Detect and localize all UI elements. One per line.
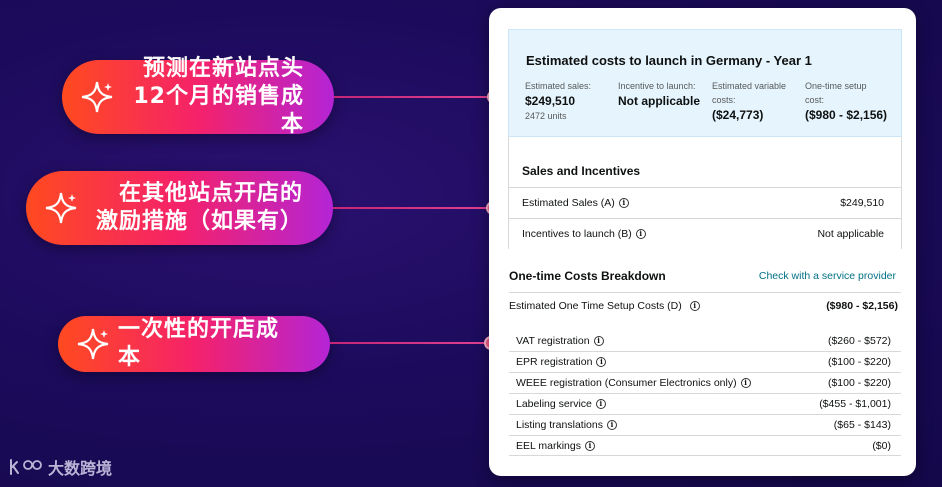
sparkle-icon	[77, 328, 109, 360]
one-time-setup-cost: One-time setup cost: ($980 - $2,156)	[805, 81, 888, 122]
k100-logo-icon	[10, 459, 42, 475]
sparkle-icon	[45, 192, 77, 224]
info-icon[interactable]: i	[606, 420, 617, 430]
estimated-sales: Estimated sales: $249,510 2472 units	[525, 81, 592, 121]
incentive-value: Not applicable	[618, 94, 701, 108]
connector-line	[334, 96, 490, 98]
sales-incentives-section: Sales and Incentives Estimated Sales (A)…	[508, 137, 902, 249]
sales-row: Estimated Sales (A) i $249,510	[509, 187, 902, 218]
callout-one-time-cost: 一次性的开店成本	[58, 316, 330, 372]
connector-line	[330, 342, 488, 344]
estimated-sales-value: $249,510	[525, 94, 576, 108]
setup-cost-value: ($980 - $2,156)	[805, 108, 888, 122]
cost-estimate-card: Estimated costs to launch in Germany - Y…	[489, 8, 916, 476]
cost-row-vat: VAT registration i ($260 - $572)	[516, 334, 891, 347]
estimate-title: Estimated costs to launch in Germany - Y…	[526, 53, 812, 68]
cost-row-translations: Listing translations i ($65 - $143)	[509, 414, 901, 435]
section-title: Sales and Incentives	[522, 164, 641, 178]
incentives-row: Incentives to launch (B) i Not applicabl…	[509, 218, 902, 249]
estimated-variable-costs: Estimated variable costs: ($24,773)	[712, 81, 787, 122]
info-icon[interactable]: i	[596, 357, 607, 367]
info-icon[interactable]: i	[740, 378, 751, 388]
incentive-to-launch: Incentive to launch: Not applicable	[618, 81, 701, 108]
variable-costs-value: ($24,773)	[712, 108, 764, 122]
cost-row-weee: WEEE registration (Consumer Electronics …	[509, 372, 901, 393]
info-icon[interactable]: i	[689, 300, 700, 311]
cost-row-epr: EPR registration i ($100 - $220)	[509, 351, 901, 372]
one-time-costs-title: One-time Costs Breakdown	[509, 269, 666, 283]
sparkle-icon	[81, 81, 113, 113]
info-icon[interactable]: i	[618, 198, 629, 208]
brand-name: 大数跨境	[48, 459, 113, 478]
estimated-units: 2472 units	[525, 111, 567, 121]
info-icon[interactable]: i	[593, 335, 604, 346]
callout-incentives: 在其他站点开店的 激励措施（如果有）	[26, 171, 333, 245]
service-provider-link[interactable]: Check with a service provider	[759, 270, 896, 282]
callout-sales-forecast: 预测在新站点头 12个月的销售成本	[62, 56, 334, 137]
cost-row-labeling: Labeling service i ($455 - $1,001)	[509, 393, 901, 414]
info-icon[interactable]: i	[595, 399, 606, 409]
brand-watermark: 大数跨境	[8, 455, 112, 479]
cost-row-eel: EEL markings i ($0)	[509, 435, 901, 456]
estimate-summary: Estimated costs to launch in Germany - Y…	[508, 29, 902, 137]
connector-line	[333, 207, 490, 209]
one-time-total-row: Estimated One Time Setup Costs (D) i ($9…	[509, 292, 901, 318]
info-icon[interactable]: i	[635, 229, 646, 239]
info-icon[interactable]: i	[584, 440, 595, 451]
